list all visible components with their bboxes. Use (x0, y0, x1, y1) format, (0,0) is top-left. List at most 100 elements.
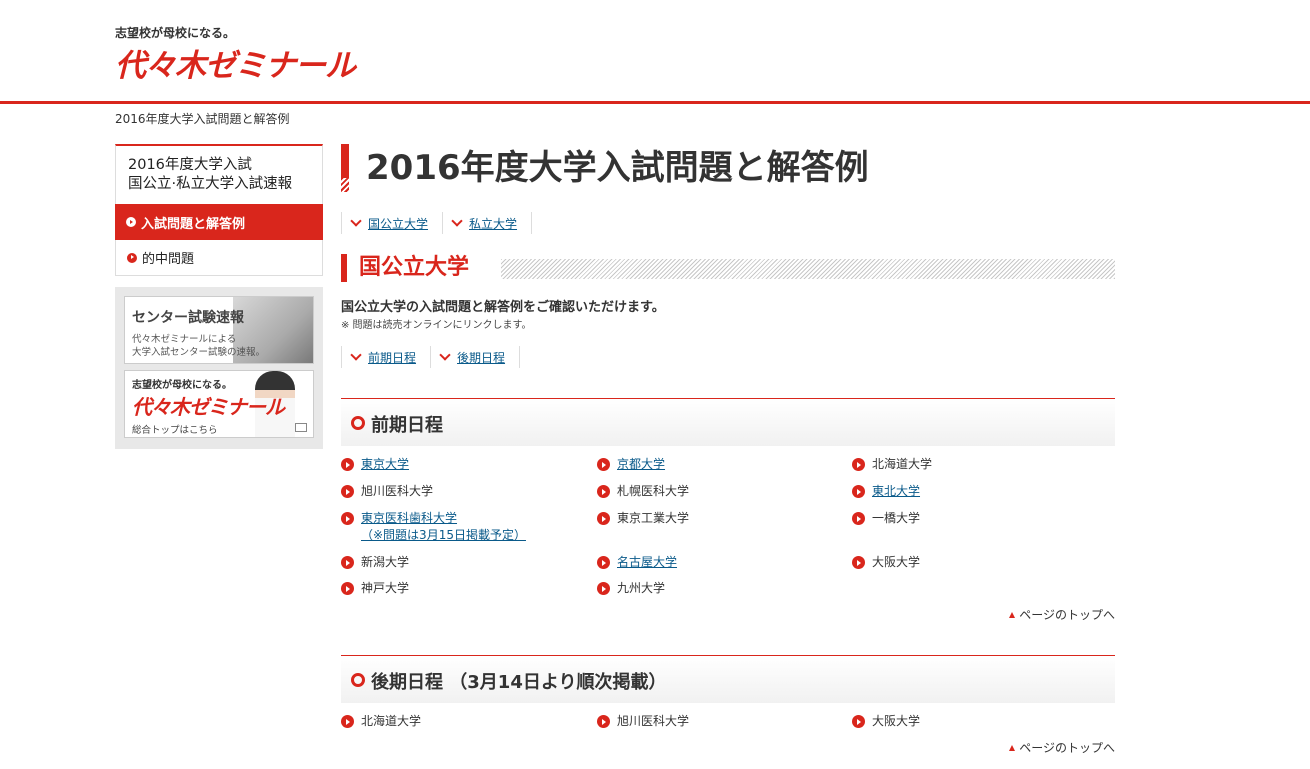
ring-icon (351, 416, 365, 430)
university-name: 神戸大学 (361, 581, 410, 595)
banner-subtext: 代々木ゼミナールによる (132, 334, 237, 345)
section-title: 国公立大学 (359, 255, 470, 280)
arrow-circle-icon (127, 252, 137, 263)
top-page-banner[interactable]: 志望校が母校になる。 代々木ゼミナール 総合トップはこちら (124, 370, 314, 438)
university-name: 旭川医科大学 (617, 714, 690, 728)
kouki-heading: 後期日程 （3月14日より順次掲載） (341, 655, 1115, 703)
university-name: 札幌医科大学 (617, 484, 690, 498)
sidebar-title-line2: 国公立·私立大学入試速報 (128, 176, 293, 192)
list-item: 大阪大学 (852, 554, 920, 571)
university-note: （※問題は3月15日掲載予定） (361, 528, 526, 542)
sidebar-item-hit-questions[interactable]: 的中問題 (115, 240, 323, 276)
anchor-zenki[interactable]: 前期日程 (341, 346, 430, 368)
chevron-down-icon (350, 215, 362, 227)
list-item: 札幌医科大学 (597, 483, 689, 500)
university-name: 大阪大学 (872, 555, 921, 569)
university-name: 大阪大学 (872, 714, 921, 728)
list-item: 九州大学 (597, 580, 665, 597)
list-item: 北海道大学 (341, 713, 421, 730)
sidebar-title[interactable]: 2016年度大学入試 国公立·私立大学入試速報 (115, 144, 323, 204)
anchor-link[interactable]: 前期日程 (368, 349, 416, 366)
list-item: 北海道大学 (852, 456, 932, 473)
chevron-down-icon (350, 349, 362, 361)
section-note: ※ 問題は読売オンラインにリンクします。 (341, 320, 532, 331)
university-link[interactable]: 京都大学 (617, 456, 665, 473)
pagetop-label: ページのトップへ (1019, 608, 1115, 622)
list-item: 旭川医科大学 (341, 483, 433, 500)
arrow-circle-icon (341, 715, 354, 728)
university-link[interactable]: 名古屋大学 (617, 554, 677, 571)
list-item: 東京工業大学 (597, 510, 689, 527)
banner-subtext: 大学入試センター試験の速報。 (132, 347, 266, 358)
kouki-title: 後期日程 （3月14日より順次掲載） (371, 672, 667, 693)
university-name: 新潟大学 (361, 555, 410, 569)
arrow-circle-icon (597, 458, 610, 471)
sidebar-item-exam-answers[interactable]: 入試問題と解答例 (115, 204, 323, 240)
banner-subtext: 総合トップはこちら (132, 425, 218, 436)
arrow-circle-icon (852, 556, 865, 569)
banner-area: センター試験速報 代々木ゼミナールによる 大学入試センター試験の速報。 志望校が… (115, 287, 323, 449)
zenki-heading: 前期日程 (341, 398, 1115, 446)
university-name: 一橋大学 (872, 511, 921, 525)
site-tagline: 志望校が母校になる。 (115, 26, 236, 40)
sidebar-item-label: 的中問題 (142, 252, 195, 267)
university-name: 東京医科歯科大学 (361, 511, 458, 525)
banner-logo: 代々木ゼミナール (132, 395, 285, 419)
chevron-down-icon (451, 215, 463, 227)
site-header: 志望校が母校になる。 代々木ゼミナール (0, 0, 1310, 104)
arrow-circle-icon (341, 485, 354, 498)
arrow-circle-icon (597, 485, 610, 498)
section-heading: 国公立大学 (341, 254, 1115, 282)
list-item: 名古屋大学 (597, 554, 677, 571)
anchor-kouki[interactable]: 後期日程 (430, 346, 521, 368)
university-link[interactable]: 東北大学 (872, 483, 920, 500)
arrow-circle-icon (341, 512, 354, 525)
list-item: 一橋大学 (852, 510, 920, 527)
section-accent-bar (341, 254, 347, 282)
anchor-link[interactable]: 後期日程 (457, 349, 505, 366)
arrow-circle-icon (597, 715, 610, 728)
list-item: 新潟大学 (341, 554, 409, 571)
banner-title: センター試験速報 (132, 310, 244, 326)
chevron-down-icon (439, 349, 451, 361)
arrow-circle-icon (852, 512, 865, 525)
site-logo[interactable]: 代々木ゼミナール (115, 40, 356, 85)
sidebar-title-line1: 2016年度大学入試 (128, 157, 252, 173)
anchor-national-public[interactable]: 国公立大学 (341, 212, 442, 234)
list-item: 神戸大学 (341, 580, 409, 597)
arrow-circle-icon (852, 458, 865, 471)
triangle-up-icon (1009, 744, 1016, 751)
university-link[interactable]: 東京医科歯科大学 （※問題は3月15日掲載予定） (361, 510, 526, 544)
section-stripes (501, 259, 1115, 279)
external-window-icon (295, 423, 307, 432)
university-link[interactable]: 東京大学 (361, 456, 409, 473)
list-item: 旭川医科大学 (597, 713, 689, 730)
arrow-circle-icon (341, 458, 354, 471)
list-item: 京都大学 (597, 456, 665, 473)
page-title: 2016年度大学入試問題と解答例 (366, 148, 869, 188)
pagetop-link[interactable]: ページのトップへ (1009, 739, 1115, 756)
arrow-circle-icon (597, 582, 610, 595)
sidebar-item-label: 入試問題と解答例 (141, 216, 246, 232)
ring-icon (351, 673, 365, 687)
pagetop-label: ページのトップへ (1019, 741, 1115, 755)
arrow-circle-icon (597, 512, 610, 525)
arrow-circle-icon (341, 582, 354, 595)
anchor-private[interactable]: 私立大学 (442, 212, 533, 234)
center-exam-banner[interactable]: センター試験速報 代々木ゼミナールによる 大学入試センター試験の速報。 (124, 296, 314, 364)
list-item: 東北大学 (852, 483, 920, 500)
anchor-nav: 国公立大学 私立大学 (341, 212, 533, 234)
university-name: 東京工業大学 (617, 511, 690, 525)
anchor-link[interactable]: 私立大学 (469, 215, 517, 232)
university-name: 北海道大学 (361, 714, 422, 728)
triangle-up-icon (1009, 611, 1016, 618)
pagetop-link[interactable]: ページのトップへ (1009, 606, 1115, 623)
university-name: 九州大学 (617, 581, 666, 595)
anchor-link[interactable]: 国公立大学 (368, 215, 428, 232)
list-item: 大阪大学 (852, 713, 920, 730)
arrow-circle-icon (341, 556, 354, 569)
university-name: 旭川医科大学 (361, 484, 434, 498)
section-intro: 国公立大学の入試問題と解答例をご確認いただけます。 (341, 300, 665, 315)
arrow-circle-icon (852, 715, 865, 728)
breadcrumb: 2016年度大学入試問題と解答例 (115, 112, 290, 126)
